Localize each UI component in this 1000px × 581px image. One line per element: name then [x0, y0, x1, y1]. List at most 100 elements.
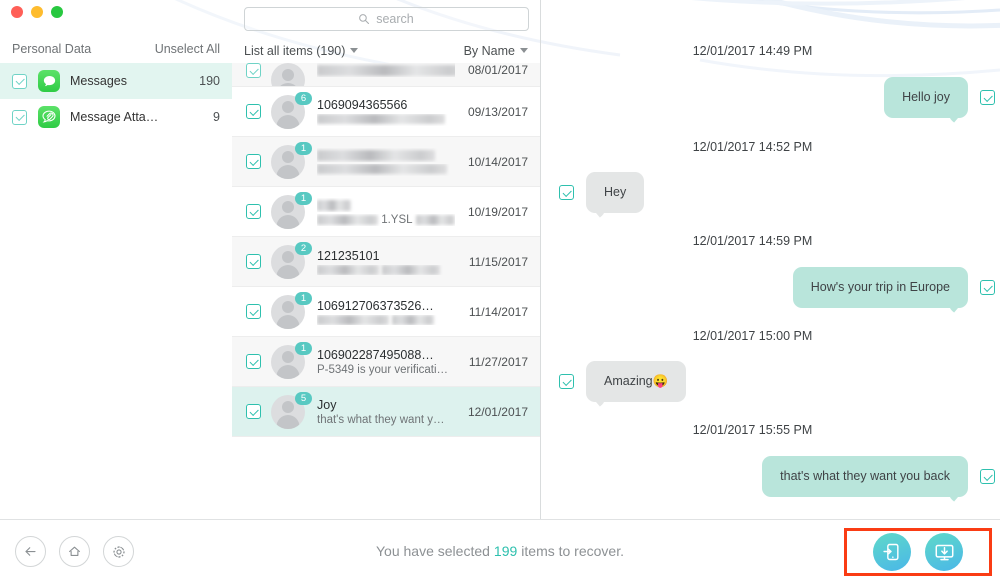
row-title	[317, 148, 455, 162]
row-checkbox[interactable]	[246, 304, 261, 319]
row-text: Joy that's what they want y…	[317, 398, 468, 426]
sidebar-item-count: 9	[213, 110, 220, 124]
message-attachments-icon	[38, 106, 60, 128]
row-subtitle: 1.YSL	[317, 214, 455, 226]
message-checkbox[interactable]	[980, 280, 995, 295]
row-text	[317, 148, 468, 176]
row-title	[317, 198, 455, 212]
row-checkbox[interactable]	[246, 63, 261, 78]
row-checkbox[interactable]	[246, 154, 261, 169]
messages-icon	[38, 70, 60, 92]
filter-dropdown[interactable]: List all items (190)	[244, 43, 359, 58]
message-rows[interactable]: 08/01/2017 6 1069094365566 09/13/2017 1 …	[232, 63, 540, 519]
gear-icon	[112, 545, 125, 558]
row-badge: 6	[295, 91, 312, 105]
avatar: 2	[271, 241, 312, 279]
message-checkbox[interactable]	[980, 469, 995, 484]
table-row[interactable]: 5 Joy that's what they want y… 12/01/201…	[232, 387, 540, 437]
search-input[interactable]: search	[243, 7, 529, 31]
recover-to-device-button[interactable]	[873, 533, 911, 571]
list-toolbar: List all items (190) By Name	[232, 38, 540, 63]
row-checkbox[interactable]	[246, 254, 261, 269]
message-bubble[interactable]: How's your trip in Europe	[792, 267, 968, 308]
chevron-down-icon	[350, 48, 359, 53]
window-controls	[11, 6, 63, 18]
sidebar-header: Personal Data Unselect All	[0, 36, 232, 62]
table-row[interactable]: 1 1.YSL 10/19/2017	[232, 187, 540, 237]
message-row: that's what they want you back	[541, 456, 1000, 497]
close-button[interactable]	[11, 6, 23, 18]
avatar: 5	[271, 391, 312, 429]
row-badge: 2	[295, 241, 312, 255]
sort-label: By Name	[463, 43, 515, 58]
row-title: Joy	[317, 397, 337, 412]
table-row[interactable]: 6 1069094365566 09/13/2017	[232, 87, 540, 137]
row-checkbox[interactable]	[246, 104, 261, 119]
row-date: 11/14/2017	[468, 304, 528, 319]
row-text: 1069094365566	[317, 98, 468, 126]
sidebar-item-messages[interactable]: Messages 190	[0, 63, 232, 99]
message-list-panel: search List all items (190) By Name 08/0…	[232, 0, 541, 519]
message-timestamp: 12/01/2017 14:59 PM	[692, 234, 813, 248]
message-bubble[interactable]: Amazing😛	[586, 361, 687, 402]
search-placeholder: search	[376, 12, 414, 26]
message-row: Amazing😛	[541, 361, 1000, 402]
row-text	[317, 63, 468, 77]
table-row[interactable]: 1 10/14/2017	[232, 137, 540, 187]
recover-to-computer-button[interactable]	[925, 533, 963, 571]
app-window: Personal Data Unselect All Messages 190	[0, 0, 1000, 581]
row-checkbox[interactable]	[246, 404, 261, 419]
row-title: 106902287495088…	[317, 347, 434, 362]
chevron-down-icon	[520, 48, 528, 53]
row-text: 106902287495088… P-5349 is your verifica…	[317, 348, 469, 376]
bottom-toolbar: You have selected 199 items to recover.	[0, 519, 1000, 581]
speech-bubble-glyph	[43, 75, 55, 86]
table-row[interactable]: 1 106902287495088… P-5349 is your verifi…	[232, 337, 540, 387]
message-checkbox[interactable]	[559, 374, 574, 389]
message-row: Hello joy	[541, 77, 1000, 118]
table-row[interactable]: 08/01/2017	[232, 63, 540, 87]
row-badge: 5	[295, 391, 312, 405]
sidebar-attachments-checkbox[interactable]	[12, 109, 27, 125]
message-timestamp: 12/01/2017 14:49 PM	[692, 44, 813, 58]
sidebar-messages-checkbox[interactable]	[12, 73, 27, 89]
message-bubble[interactable]: that's what they want you back	[762, 456, 968, 497]
row-title: 121235101	[317, 248, 380, 263]
message-bubble[interactable]: Hello joy	[884, 77, 968, 118]
row-title: 106912706373526…	[317, 298, 434, 313]
status-prefix: You have selected	[376, 543, 490, 559]
sidebar-item-label: Messages	[70, 74, 127, 88]
row-text: 121235101	[317, 249, 469, 275]
sort-dropdown[interactable]: By Name	[464, 44, 528, 58]
bubble-paperclip-glyph	[42, 110, 56, 123]
back-button[interactable]	[15, 536, 46, 567]
avatar: 1	[271, 141, 312, 179]
table-row[interactable]: 2 121235101 11/15/2017	[232, 237, 540, 287]
row-checkbox[interactable]	[246, 204, 261, 219]
row-date: 10/14/2017	[467, 154, 528, 169]
back-arrow-icon	[25, 547, 36, 556]
row-subtitle	[317, 264, 455, 275]
settings-button[interactable]	[103, 536, 134, 567]
table-row[interactable]: 1 106912706373526… 11/14/2017	[232, 287, 540, 337]
message-checkbox[interactable]	[980, 90, 995, 105]
zoom-button[interactable]	[51, 6, 63, 18]
filter-label: List all items (190)	[244, 43, 346, 58]
message-timestamp: 12/01/2017 14:52 PM	[692, 140, 813, 154]
message-timestamp: 12/01/2017 15:00 PM	[692, 329, 813, 343]
row-checkbox[interactable]	[246, 354, 261, 369]
home-button[interactable]	[59, 536, 90, 567]
row-badge: 1	[295, 141, 312, 155]
sidebar-item-label: Message Atta…	[70, 110, 159, 124]
conversation-panel: 12/01/2017 14:49 PM Hello joy 12/01/2017…	[541, 0, 1000, 519]
message-checkbox[interactable]	[559, 185, 574, 200]
message-row: Hey	[541, 172, 1000, 213]
selected-count: 199	[493, 543, 518, 559]
row-badge: 1	[295, 291, 312, 305]
row-date: 09/13/2017	[467, 104, 528, 119]
sidebar-item-message-attachments[interactable]: Message Atta… 9	[0, 99, 232, 135]
unselect-all-button[interactable]: Unselect All	[155, 42, 220, 56]
minimize-button[interactable]	[31, 6, 43, 18]
message-bubble[interactable]: Hey	[586, 172, 645, 213]
message-row: How's your trip in Europe	[541, 267, 1000, 308]
